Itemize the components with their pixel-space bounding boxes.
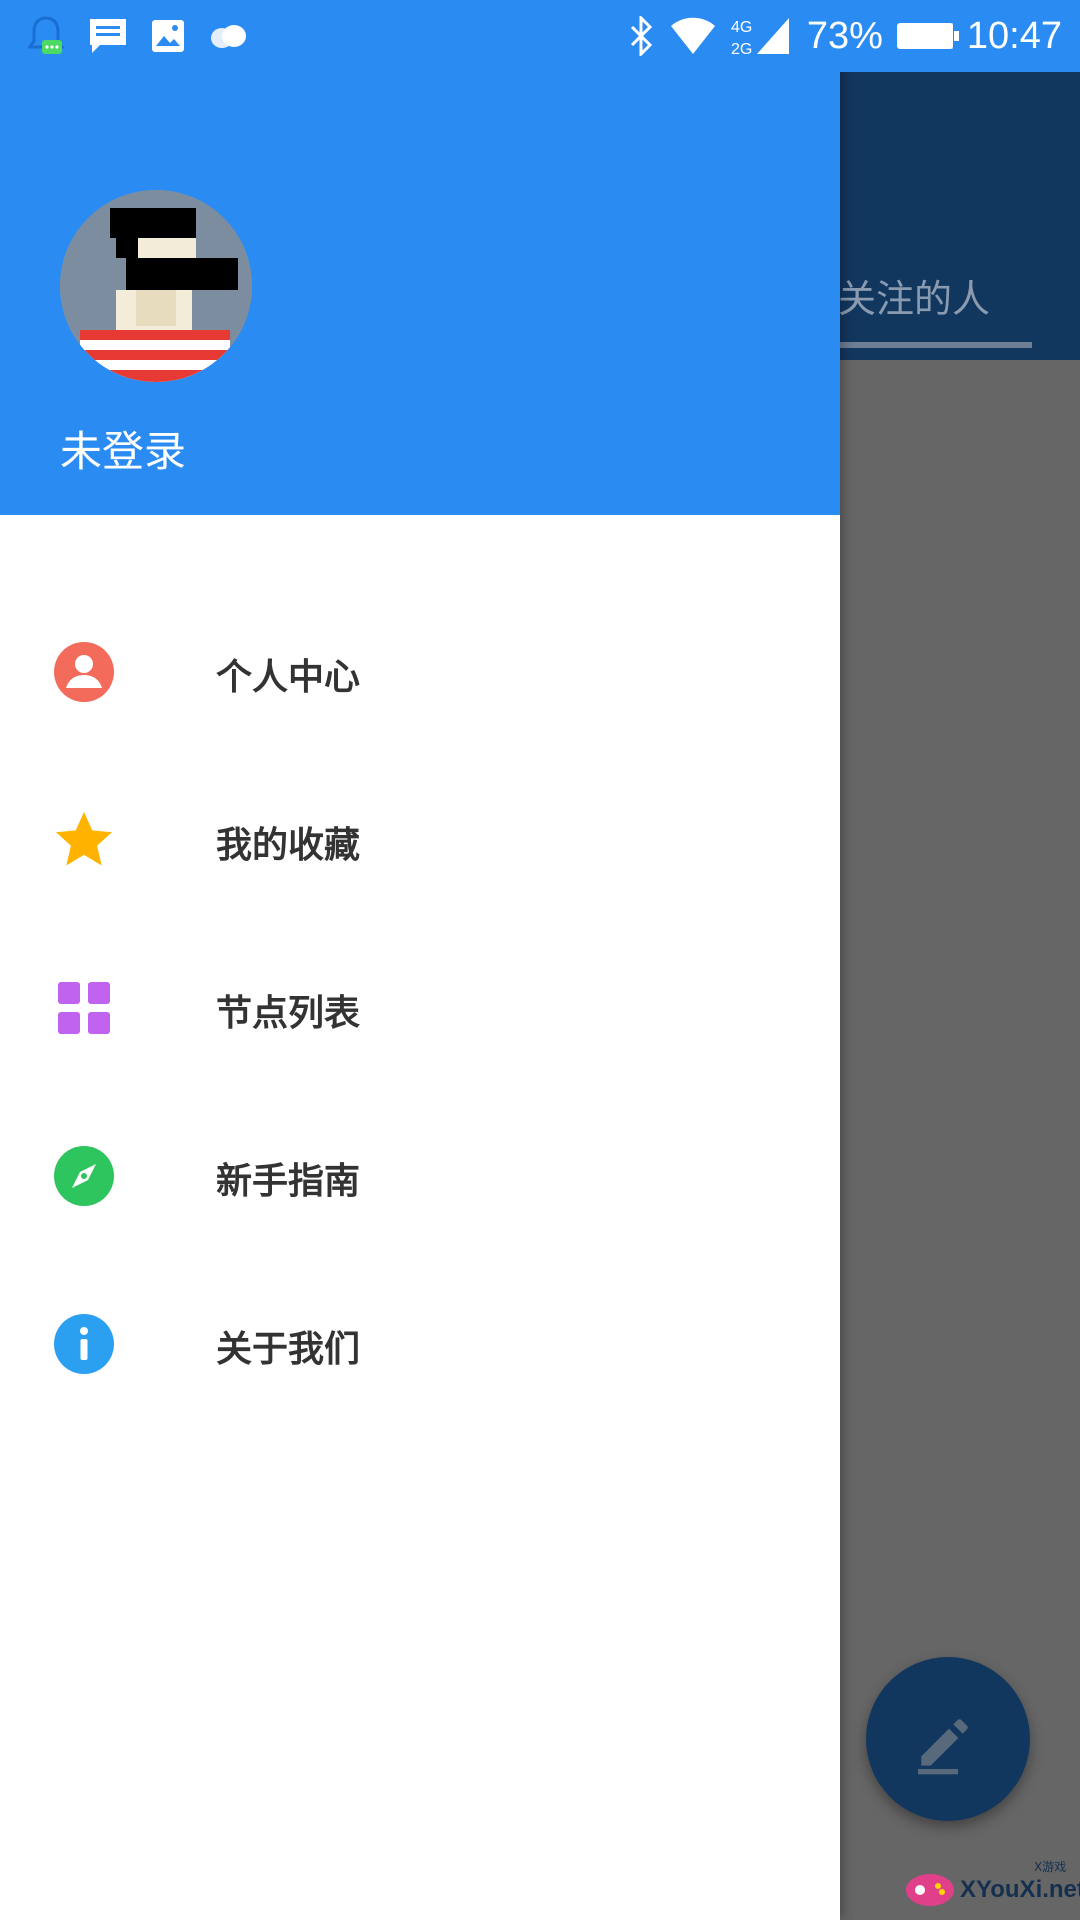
tab-indicator bbox=[838, 342, 1032, 348]
qq-notification-icon bbox=[27, 16, 65, 54]
menu-item-label: 关于我们 bbox=[216, 1329, 361, 1370]
watermark-small-text: X游戏 bbox=[1034, 1860, 1067, 1874]
bluetooth-icon bbox=[630, 16, 652, 56]
clock: 10:47 bbox=[966, 14, 1062, 57]
battery-icon bbox=[896, 23, 959, 49]
drawer-header: 未登录 bbox=[0, 0, 840, 515]
menu-item-nodes[interactable]: 节点列表 bbox=[0, 924, 840, 1092]
svg-text:4G: 4G bbox=[731, 19, 752, 36]
menu-item-favorites[interactable]: 我的收藏 bbox=[0, 756, 840, 924]
grid-icon bbox=[52, 976, 116, 1040]
star-icon bbox=[52, 808, 116, 872]
watermark: X游戏 XYouXi.net bbox=[904, 1858, 1080, 1914]
compose-fab[interactable] bbox=[866, 1657, 1030, 1821]
cellular-signal-icon: 4G 2G bbox=[731, 18, 789, 58]
edit-icon bbox=[918, 1719, 968, 1775]
message-icon bbox=[90, 19, 126, 53]
gamepad-logo-icon bbox=[906, 1874, 954, 1906]
battery-percent: 73% bbox=[806, 14, 883, 57]
watermark-text: XYouXi.net bbox=[960, 1876, 1080, 1903]
username[interactable]: 未登录 bbox=[60, 418, 186, 479]
weather-icon bbox=[211, 25, 246, 48]
svg-text:2G: 2G bbox=[731, 41, 752, 58]
menu-item-label: 新手指南 bbox=[216, 1161, 361, 1202]
status-bar: 4G 2G 73% 10:47 bbox=[0, 0, 1080, 72]
compass-icon bbox=[52, 1144, 116, 1208]
menu-item-profile[interactable]: 个人中心 bbox=[0, 588, 840, 756]
info-icon bbox=[52, 1312, 116, 1376]
menu-item-label: 节点列表 bbox=[216, 993, 361, 1034]
drawer-menu: 个人中心 我的收藏 节点列表 新手指南 关于我们 bbox=[0, 588, 840, 1428]
tab-following[interactable]: 关注的人 bbox=[838, 268, 990, 323]
navigation-drawer: 未登录 个人中心 我的收藏 节点列表 新手指南 关于我们 bbox=[0, 0, 840, 1920]
pixel-avatar-icon bbox=[60, 190, 252, 382]
avatar[interactable] bbox=[60, 190, 252, 382]
image-icon bbox=[152, 20, 184, 52]
menu-item-label: 个人中心 bbox=[216, 657, 361, 698]
menu-item-guide[interactable]: 新手指南 bbox=[0, 1092, 840, 1260]
menu-item-label: 我的收藏 bbox=[216, 825, 361, 866]
wifi-icon bbox=[670, 17, 715, 54]
profile-icon bbox=[52, 640, 116, 704]
menu-item-about[interactable]: 关于我们 bbox=[0, 1260, 840, 1428]
